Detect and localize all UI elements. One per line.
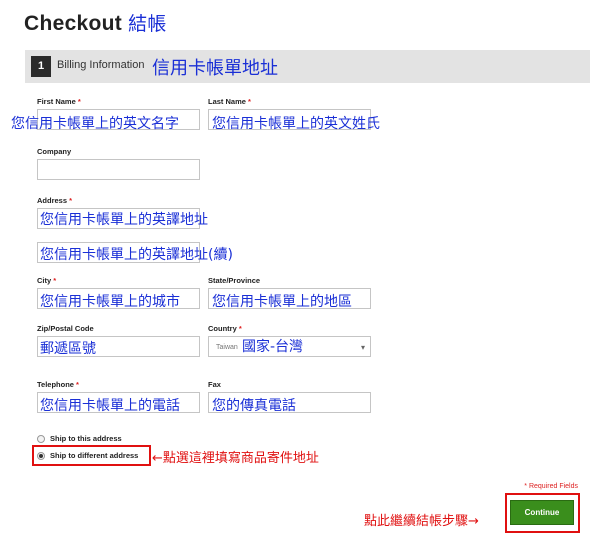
ship-different-note: ←點選這裡填寫商品寄件地址	[152, 451, 319, 466]
state-label: State/Province	[208, 276, 261, 285]
address-label: Address *	[37, 196, 73, 205]
ship-different-option[interactable]: Ship to different address	[37, 451, 138, 460]
city-label: City *	[37, 276, 57, 285]
last-name-label: Last Name *	[208, 97, 251, 106]
section-label: Billing Information	[57, 59, 145, 71]
last-name-value: 您信用卡帳單上的英文姓氏	[212, 116, 380, 132]
billing-section-header: 1 Billing Information 信用卡帳單地址	[25, 50, 590, 83]
telephone-value: 您信用卡帳單上的電話	[40, 398, 180, 414]
page-title-note: 結帳	[128, 13, 167, 35]
first-name-label: First Name *	[37, 97, 81, 106]
radio-ship-different[interactable]	[37, 451, 45, 460]
telephone-label: Telephone *	[37, 380, 79, 389]
country-select[interactable]: Taiwan 國家-台灣 ▾	[208, 336, 371, 357]
country-note: 國家-台灣	[242, 339, 304, 355]
ship-same-option[interactable]: Ship to this address	[37, 434, 122, 443]
ship-same-label: Ship to this address	[50, 434, 122, 443]
address-line1-value: 您信用卡帳單上的英譯地址	[40, 212, 208, 228]
company-label: Company	[37, 147, 72, 156]
city-value: 您信用卡帳單上的城市	[40, 294, 180, 310]
country-label: Country *	[208, 324, 242, 333]
required-fields-note: * Required Fields	[524, 483, 578, 490]
company-field[interactable]	[37, 159, 200, 180]
address-line2-value: 您信用卡帳單上的英譯地址(續)	[40, 247, 233, 263]
page-title: Checkout 結帳	[24, 9, 167, 36]
state-value: 您信用卡帳單上的地區	[212, 294, 352, 310]
page-title-text: Checkout	[24, 12, 123, 35]
section-note: 信用卡帳單地址	[152, 58, 278, 79]
fax-value: 您的傳真電話	[212, 398, 296, 414]
radio-ship-same[interactable]	[37, 434, 45, 443]
country-selected-value: Taiwan	[216, 344, 238, 351]
step-number-badge: 1	[31, 56, 51, 77]
chevron-down-icon: ▾	[360, 343, 365, 352]
zip-value: 郵遞區號	[40, 341, 96, 357]
continue-note: 點此繼續結帳步驟→	[364, 514, 479, 529]
first-name-value: 您信用卡帳單上的英文名字	[11, 116, 179, 132]
ship-different-label: Ship to different address	[50, 451, 139, 460]
zip-label: Zip/Postal Code	[37, 324, 94, 333]
continue-button[interactable]: Continue	[510, 500, 574, 525]
fax-label: Fax	[208, 380, 221, 389]
